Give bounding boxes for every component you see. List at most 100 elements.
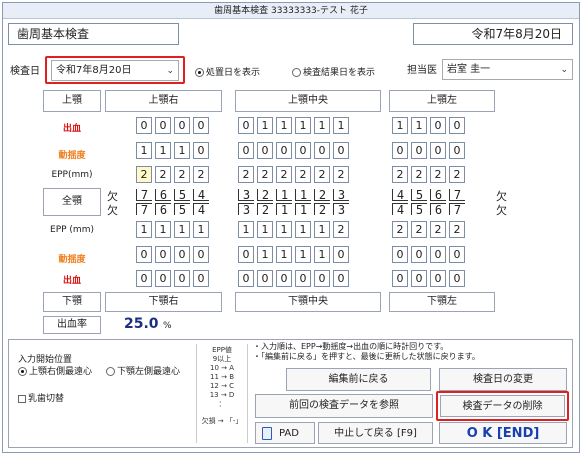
radio-input-lower-left[interactable]: 下顎左側最遠心 <box>106 364 180 377</box>
cell-upper-epp[interactable]: 2 <box>333 166 349 183</box>
cell-upper-mobility[interactable]: 0 <box>411 142 427 159</box>
tooth-number-upper[interactable]: 5 <box>411 189 427 201</box>
tooth-number-lower[interactable]: 3 <box>333 203 349 216</box>
cell-upper-mobility[interactable]: 0 <box>314 142 330 159</box>
cell-lower-bleeding[interactable]: 0 <box>449 270 465 287</box>
cell-lower-mobility[interactable]: 0 <box>430 246 446 263</box>
cell-upper-epp[interactable]: 2 <box>257 166 273 183</box>
tooth-number-upper[interactable]: 4 <box>193 189 209 201</box>
cell-upper-mobility[interactable]: 0 <box>295 142 311 159</box>
cell-upper-mobility[interactable]: 0 <box>257 142 273 159</box>
cell-lower-epp[interactable]: 2 <box>392 221 408 238</box>
radio-show-result-day[interactable]: 検査結果日を表示 <box>292 65 375 78</box>
cell-lower-bleeding[interactable]: 0 <box>276 270 292 287</box>
cell-upper-epp[interactable]: 2 <box>411 166 427 183</box>
cell-upper-bleeding[interactable]: 0 <box>136 117 152 134</box>
cell-lower-mobility[interactable]: 1 <box>257 246 273 263</box>
delete-data-button[interactable]: 検査データの削除 <box>440 395 565 417</box>
cell-lower-bleeding[interactable]: 0 <box>411 270 427 287</box>
tooth-number-upper[interactable]: 1 <box>276 189 292 201</box>
cell-upper-epp[interactable]: 2 <box>295 166 311 183</box>
cell-upper-epp[interactable]: 2 <box>392 166 408 183</box>
cell-upper-mobility[interactable]: 1 <box>136 142 152 159</box>
cell-upper-epp[interactable]: 2 <box>238 166 254 183</box>
cell-lower-epp[interactable]: 1 <box>276 221 292 238</box>
cell-upper-bleeding[interactable]: 1 <box>392 117 408 134</box>
tooth-number-upper[interactable]: 6 <box>430 189 446 201</box>
tooth-number-upper[interactable]: 3 <box>238 189 254 201</box>
radio-input-upper-right[interactable]: 上顎右側最遠心 <box>18 364 92 377</box>
cell-upper-mobility[interactable]: 0 <box>193 142 209 159</box>
tooth-number-upper[interactable]: 1 <box>295 189 311 201</box>
cell-lower-mobility[interactable]: 0 <box>392 246 408 263</box>
cell-lower-mobility[interactable]: 0 <box>136 246 152 263</box>
milk-teeth-checkbox[interactable]: 乳歯切替 <box>18 391 64 404</box>
cell-upper-bleeding[interactable]: 0 <box>430 117 446 134</box>
cell-upper-epp[interactable]: 2 <box>449 166 465 183</box>
tooth-number-upper[interactable]: 6 <box>155 189 171 201</box>
reference-prev-button[interactable]: 前回の検査データを参照 <box>255 394 433 418</box>
tooth-number-upper[interactable]: 4 <box>392 189 408 201</box>
cell-lower-bleeding[interactable]: 0 <box>238 270 254 287</box>
cell-upper-mobility[interactable]: 0 <box>392 142 408 159</box>
cell-lower-epp[interactable]: 1 <box>257 221 273 238</box>
cell-upper-bleeding[interactable]: 0 <box>155 117 171 134</box>
cell-upper-bleeding[interactable]: 0 <box>174 117 190 134</box>
tooth-number-upper[interactable]: 3 <box>333 189 349 201</box>
cell-lower-bleeding[interactable]: 0 <box>430 270 446 287</box>
cell-lower-epp[interactable]: 1 <box>174 221 190 238</box>
tooth-number-lower[interactable]: 2 <box>314 203 330 216</box>
cell-upper-bleeding[interactable]: 1 <box>333 117 349 134</box>
cell-lower-bleeding[interactable]: 0 <box>174 270 190 287</box>
change-date-button[interactable]: 検査日の変更 <box>439 368 567 391</box>
cell-upper-bleeding[interactable]: 1 <box>295 117 311 134</box>
tooth-number-lower[interactable]: 1 <box>295 203 311 216</box>
cell-upper-bleeding[interactable]: 0 <box>449 117 465 134</box>
tooth-number-lower[interactable]: 6 <box>155 203 171 216</box>
pad-button[interactable]: PAD <box>255 422 315 444</box>
cell-lower-epp[interactable]: 1 <box>193 221 209 238</box>
tooth-number-upper[interactable]: 7 <box>449 189 465 201</box>
cell-lower-epp[interactable]: 2 <box>449 221 465 238</box>
cell-lower-mobility[interactable]: 0 <box>449 246 465 263</box>
cell-lower-bleeding[interactable]: 0 <box>136 270 152 287</box>
cell-upper-epp[interactable]: 2 <box>155 166 171 183</box>
cell-lower-epp[interactable]: 1 <box>295 221 311 238</box>
cell-lower-epp[interactable]: 1 <box>238 221 254 238</box>
tooth-number-lower[interactable]: 3 <box>238 203 254 216</box>
cell-upper-epp[interactable]: 2 <box>430 166 446 183</box>
tooth-number-lower[interactable]: 5 <box>174 203 190 216</box>
cell-lower-epp[interactable]: 1 <box>155 221 171 238</box>
tooth-number-upper[interactable]: 2 <box>257 189 273 201</box>
cell-upper-bleeding[interactable]: 0 <box>193 117 209 134</box>
cell-lower-mobility[interactable]: 0 <box>174 246 190 263</box>
cell-lower-epp[interactable]: 1 <box>314 221 330 238</box>
cell-upper-bleeding[interactable]: 1 <box>411 117 427 134</box>
tooth-number-lower[interactable]: 7 <box>136 203 152 216</box>
cell-upper-mobility[interactable]: 1 <box>155 142 171 159</box>
tooth-number-upper[interactable]: 5 <box>174 189 190 201</box>
cell-lower-mobility[interactable]: 0 <box>411 246 427 263</box>
cancel-button[interactable]: 中止して戻る [F9] <box>318 422 433 444</box>
cell-lower-bleeding[interactable]: 0 <box>314 270 330 287</box>
tooth-number-lower[interactable]: 4 <box>193 203 209 216</box>
cell-upper-bleeding[interactable]: 1 <box>276 117 292 134</box>
tooth-number-upper[interactable]: 7 <box>136 189 152 201</box>
cell-upper-epp[interactable]: 2 <box>174 166 190 183</box>
cell-upper-epp[interactable]: 2 <box>193 166 209 183</box>
cell-lower-mobility[interactable]: 0 <box>155 246 171 263</box>
cell-lower-mobility[interactable]: 1 <box>314 246 330 263</box>
doctor-select[interactable]: 岩室 圭一 ⌄ <box>442 59 573 80</box>
tooth-number-upper[interactable]: 2 <box>314 189 330 201</box>
cell-upper-epp[interactable]: 2 <box>276 166 292 183</box>
cell-upper-mobility[interactable]: 0 <box>276 142 292 159</box>
cell-lower-epp[interactable]: 2 <box>430 221 446 238</box>
cell-lower-mobility[interactable]: 1 <box>276 246 292 263</box>
cell-lower-epp[interactable]: 2 <box>333 221 349 238</box>
cell-upper-mobility[interactable]: 0 <box>449 142 465 159</box>
tooth-number-lower[interactable]: 4 <box>392 203 408 216</box>
cell-upper-mobility[interactable]: 0 <box>238 142 254 159</box>
cell-lower-epp[interactable]: 2 <box>411 221 427 238</box>
cell-upper-bleeding[interactable]: 0 <box>238 117 254 134</box>
cell-lower-mobility[interactable]: 1 <box>295 246 311 263</box>
